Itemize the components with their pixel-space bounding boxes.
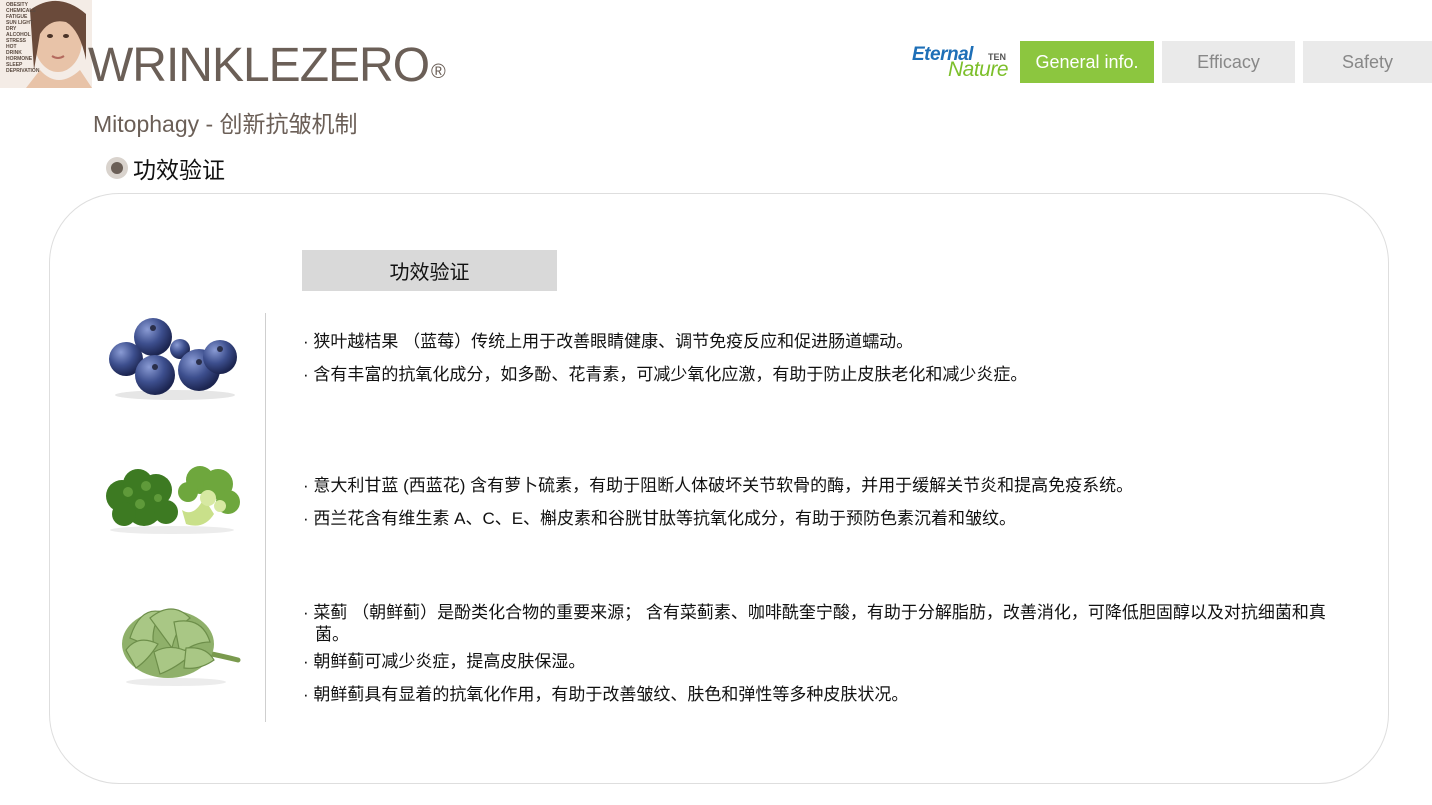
bullet-circle-icon — [106, 157, 128, 179]
eternal-nature-logo[interactable]: Eternal TEN Nature — [910, 44, 1016, 82]
broccoli-bullets: · 意大利甘蓝 (西蓝花) 含有萝卜硫素，有助于阻断人体破坏关节软骨的酶，并用于… — [303, 475, 1333, 541]
bullet-line: · 朝鲜蓟具有显着的抗氧化作用，有助于改善皱纹、肤色和弹性等多种皮肤状况。 — [303, 685, 909, 704]
tab-efficacy[interactable]: Efficacy — [1162, 41, 1295, 83]
page-subtitle: Mitophagy - 创新抗皱机制 — [93, 111, 358, 137]
broccoli-image — [106, 466, 240, 534]
tab-general-info[interactable]: General info. — [1020, 41, 1154, 83]
section-heading-text: 功效验证 — [133, 157, 225, 183]
bullet-line: · 朝鲜蓟可减少炎症，提高皮肤保湿。 — [303, 652, 586, 671]
blueberry-bullets: · 狭叶越桔果 （蓝莓）传统上用于改善眼睛健康、调节免疫反应和促进肠道蠕动。 ·… — [303, 331, 1333, 397]
hero-photo-words: OBESITY CHEMICALS FATIGUE SUN LIGHT DRY … — [6, 2, 50, 74]
brand-title: WRINKLEZERO ® — [88, 39, 446, 92]
tab-safety[interactable]: Safety — [1303, 41, 1432, 83]
hero-portrait-image: OBESITY CHEMICALS FATIGUE SUN LIGHT DRY … — [0, 0, 92, 88]
bullet-line: · 含有丰富的抗氧化成分，如多酚、花青素，可减少氧化应激，有助于防止皮肤老化和减… — [303, 365, 1028, 384]
registered-mark: ® — [431, 61, 446, 83]
section-heading: 功效验证 — [106, 151, 225, 185]
vertical-divider — [265, 313, 266, 722]
bullet-line: · 意大利甘蓝 (西蓝花) 含有萝卜硫素，有助于阻断人体破坏关节软骨的酶，并用于… — [303, 476, 1134, 495]
artichoke-image — [122, 608, 241, 686]
card-label: 功效验证 — [302, 250, 557, 291]
hero-word: SLEEP DEPRIVATION — [6, 62, 40, 74]
bullet-line: · 狭叶越桔果 （蓝莓）传统上用于改善眼睛健康、调节免疫反应和促进肠道蠕动。 — [303, 332, 914, 351]
slide-page: OBESITY CHEMICALS FATIGUE SUN LIGHT DRY … — [0, 0, 1432, 805]
bullet-line: · 菜蓟 （朝鲜蓟）是酚类化合物的重要来源； 含有菜蓟素、咖啡酰奎宁酸，有助于分… — [303, 603, 1326, 644]
bullet-line: · 西兰花含有维生素 A、C、E、槲皮素和谷胱甘肽等抗氧化成分，有助于预防色素沉… — [303, 509, 1017, 528]
blueberries-image — [109, 318, 237, 400]
artichoke-bullets: · 菜蓟 （朝鲜蓟）是酚类化合物的重要来源； 含有菜蓟素、咖啡酰奎宁酸，有助于分… — [303, 602, 1333, 717]
logo-nature-text: Nature — [948, 58, 1009, 81]
brand-name: WRINKLEZERO — [88, 39, 430, 92]
